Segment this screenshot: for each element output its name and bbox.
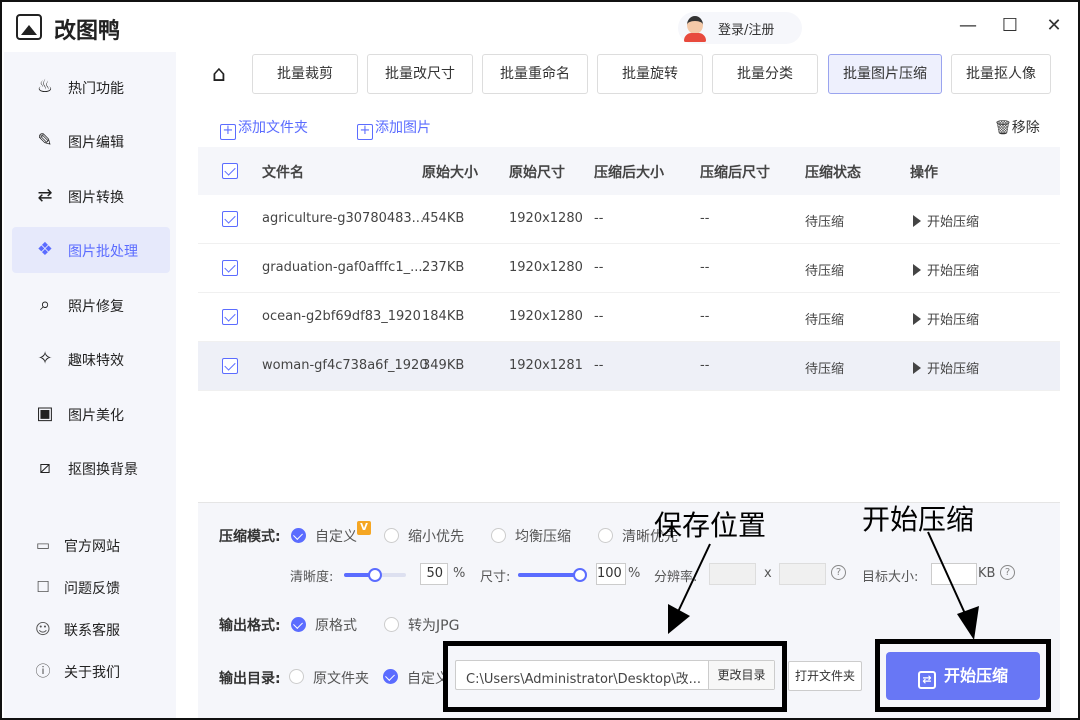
arrow-head-start bbox=[957, 606, 979, 640]
annotation-arrows bbox=[668, 531, 979, 640]
app-window: 改图鸭 登录/注册 — ☐ ✕ ♨ 热门功能 ✎ 图片编辑 ⇄ 图片转换 ❖ 图… bbox=[0, 0, 1080, 720]
arrow-line-start bbox=[927, 531, 968, 619]
arrow-line-save bbox=[676, 543, 711, 615]
